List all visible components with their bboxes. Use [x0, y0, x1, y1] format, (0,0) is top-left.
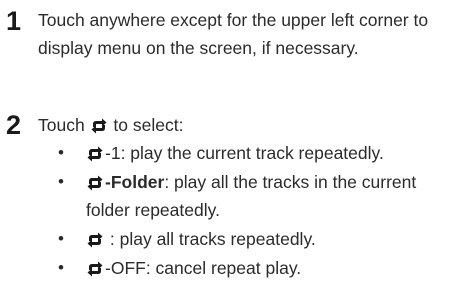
bullet-text: -OFF: cancel repeat play. [86, 254, 461, 282]
bullet-dot: • [58, 172, 64, 191]
bullet-dot: • [58, 229, 64, 248]
bullet-text: -1: play the current track repeatedly. [86, 139, 461, 167]
step-text: Touch anywhere except for the upper left… [38, 10, 429, 58]
option-label: -Folder [105, 172, 165, 192]
option-desc: : cancel repeat play. [145, 258, 302, 278]
bullet-dot: • [58, 258, 64, 277]
option-label: -OFF [105, 258, 146, 278]
option-label: -1 [105, 143, 121, 163]
repeat-icon [86, 261, 104, 277]
option-desc: : play the current track repeatedly. [120, 143, 384, 163]
repeat-icon [86, 175, 104, 191]
bullet-text: : play all tracks repeatedly. [86, 225, 461, 253]
repeat-icon [86, 146, 104, 162]
option-desc: : play all tracks repeatedly. [109, 229, 316, 249]
step-text: Touch to select: [38, 111, 458, 139]
step-text-before: Touch [38, 115, 90, 135]
repeat-icon [90, 118, 108, 134]
bullet-text: -Folder: play all the tracks in the curr… [86, 168, 461, 224]
repeat-icon [86, 232, 104, 248]
step-text-after: to select: [108, 115, 184, 135]
bullet-dot: • [58, 143, 64, 162]
step-number: 2 [6, 110, 22, 140]
step-number: 1 [6, 6, 22, 36]
